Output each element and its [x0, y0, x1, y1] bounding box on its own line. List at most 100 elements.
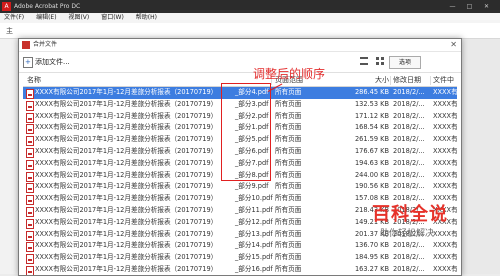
file-part-suffix: _部分13.pdf	[235, 229, 273, 238]
file-name: XXXX有限公司2017年1月-12月差旅分析报表（20170719）	[35, 146, 218, 155]
watermark-logo: 百科全说	[372, 204, 448, 225]
pdf-file-icon	[26, 254, 34, 265]
pdf-file-icon	[26, 159, 34, 170]
tab-home[interactable]: 主	[6, 26, 13, 36]
acrobat-logo-icon: A	[2, 2, 11, 11]
list-view-icon[interactable]	[360, 57, 368, 65]
file-name: XXXX有限公司2017年1月-12月差旅分析报表（20170719）	[35, 158, 218, 167]
file-page-range: 所有页面	[275, 264, 302, 273]
add-file-icon	[23, 56, 33, 68]
file-page-range: 所有页面	[275, 182, 302, 191]
pdf-file-icon	[26, 89, 34, 99]
file-page-range: 所有页面	[275, 217, 302, 226]
file-page-range: 所有页面	[275, 88, 302, 96]
menu-window[interactable]: 窗口(W)	[101, 14, 124, 21]
menu-view[interactable]: 视图(V)	[68, 14, 89, 21]
app-menu-bar: 文件(F) 编辑(E) 视图(V) 窗口(W) 帮助(H)	[0, 13, 500, 23]
file-name: XXXX有限公司2017年1月-12月差旅分析报表（20170719）	[35, 135, 218, 144]
file-size: 194.63 KB	[354, 158, 389, 167]
pdf-file-icon	[26, 112, 34, 123]
app-tab-bar: 主	[0, 23, 500, 39]
file-extra: XXXX有	[433, 264, 457, 273]
thumbnail-view-icon[interactable]	[376, 57, 384, 65]
pdf-file-icon	[26, 242, 34, 253]
file-name: XXXX有限公司2017年1月-12月差旅分析报表（20170719）	[35, 88, 218, 96]
file-name: XXXX有限公司2017年1月-12月差旅分析报表（20170719）	[35, 123, 218, 132]
column-name[interactable]: 名称	[27, 75, 223, 86]
file-extra: XXXX有	[433, 111, 457, 120]
file-page-range: 所有页面	[275, 146, 302, 155]
file-row[interactable]: XXXX有限公司2017年1月-12月差旅分析报表（20170719） _部分9.…	[23, 181, 457, 194]
minimize-button[interactable]: —	[446, 0, 459, 13]
file-name: XXXX有限公司2017年1月-12月差旅分析报表（20170719）	[35, 264, 218, 273]
file-size: 190.56 KB	[354, 182, 389, 191]
app-close-button[interactable]: ✕	[480, 0, 493, 13]
column-divider	[430, 76, 431, 85]
pdf-file-icon	[26, 206, 34, 217]
file-name: XXXX有限公司2017年1月-12月差旅分析报表（20170719）	[35, 194, 218, 203]
column-modified[interactable]: 修改日期	[393, 75, 429, 86]
file-modified-date: 2018/2/...	[393, 123, 425, 132]
file-size: 176.67 KB	[354, 146, 389, 155]
file-size: 184.95 KB	[354, 253, 389, 262]
annotation-text: 调整后的顺序	[253, 67, 326, 81]
file-page-range: 所有页面	[275, 229, 302, 238]
add-files-button[interactable]: 添加文件...	[23, 56, 70, 68]
file-size: 244.00 KB	[354, 170, 389, 179]
dialog-close-button[interactable]: ✕	[450, 39, 457, 51]
file-part-suffix: _部分16.pdf	[235, 264, 273, 273]
file-size: 168.54 KB	[354, 123, 389, 132]
file-size: 261.59 KB	[354, 135, 389, 144]
file-extra: XXXX有	[433, 158, 457, 167]
file-name: XXXX有限公司2017年1月-12月差旅分析报表（20170719）	[35, 170, 218, 179]
file-row[interactable]: XXXX有限公司2017年1月-12月差旅分析报表（20170719） _部分16…	[23, 264, 457, 275]
file-part-suffix: _部分12.pdf	[235, 217, 273, 226]
file-size: 163.27 KB	[354, 264, 389, 273]
file-name: XXXX有限公司2017年1月-12月差旅分析报表（20170719）	[35, 205, 218, 214]
options-button[interactable]: 选项	[389, 56, 421, 69]
file-modified-date: 2018/2/...	[393, 111, 425, 120]
file-extra: XXXX有	[433, 253, 457, 262]
file-modified-date: 2018/2/...	[393, 135, 425, 144]
file-part-suffix: _部分11.pdf	[235, 205, 273, 214]
column-divider	[390, 76, 391, 85]
file-page-range: 所有页面	[275, 123, 302, 132]
file-extra: XXXX有	[433, 135, 457, 144]
file-page-range: 所有页面	[275, 205, 302, 214]
file-extra: XXXX有	[433, 88, 457, 96]
file-part-suffix: _部分10.pdf	[235, 194, 273, 203]
file-modified-date: 2018/2/...	[393, 182, 425, 191]
file-page-range: 所有页面	[275, 99, 302, 108]
file-page-range: 所有页面	[275, 158, 302, 167]
app-title-bar: A Adobe Acrobat Pro DC — □ ✕	[0, 0, 500, 13]
file-name: XXXX有限公司2017年1月-12月差旅分析报表（20170719）	[35, 253, 218, 262]
file-page-range: 所有页面	[275, 253, 302, 262]
menu-edit[interactable]: 编辑(E)	[36, 14, 56, 21]
dialog-title: 合并文件	[33, 41, 58, 48]
file-name: XXXX有限公司2017年1月-12月差旅分析报表（20170719）	[35, 241, 218, 250]
column-file[interactable]: 文件中	[433, 75, 457, 86]
file-modified-date: 2018/2/...	[393, 88, 425, 96]
column-size[interactable]: 大小	[339, 75, 389, 86]
file-row[interactable]: XXXX有限公司2017年1月-12月差旅分析报表（20170719） _部分15…	[23, 252, 457, 265]
file-size: 286.45 KB	[354, 88, 389, 96]
menu-file[interactable]: 文件(F)	[4, 14, 24, 21]
watermark: 百科全说 助你轻松解决	[372, 200, 462, 248]
file-part-suffix: _部分15.pdf	[235, 253, 273, 262]
dialog-toolbar: 添加文件... 选项	[19, 52, 461, 73]
pdf-file-icon	[26, 147, 34, 158]
file-name: XXXX有限公司2017年1月-12月差旅分析报表（20170719）	[35, 99, 218, 108]
file-modified-date: 2018/2/...	[393, 146, 425, 155]
file-name: XXXX有限公司2017年1月-12月差旅分析报表（20170719）	[35, 111, 218, 120]
file-size: 132.53 KB	[354, 99, 389, 108]
file-extra: XXXX有	[433, 146, 457, 155]
annotation-box	[221, 83, 271, 181]
file-size: 171.12 KB	[354, 111, 389, 120]
menu-help[interactable]: 帮助(H)	[136, 14, 157, 21]
file-extra: XXXX有	[433, 99, 457, 108]
maximize-button[interactable]: □	[463, 0, 476, 13]
file-extra: XXXX有	[433, 182, 457, 191]
pdf-file-icon	[26, 171, 34, 182]
file-extra: XXXX有	[433, 123, 457, 132]
file-name: XXXX有限公司2017年1月-12月差旅分析报表（20170719）	[35, 182, 218, 191]
